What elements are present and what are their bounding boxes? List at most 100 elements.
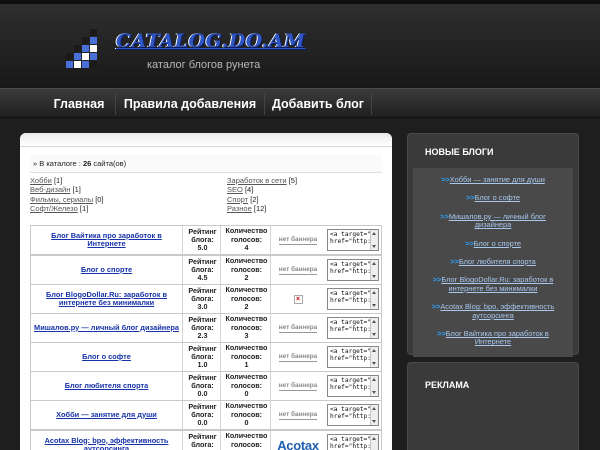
scroll-down-icon[interactable] [372,391,376,394]
scroll-down-icon[interactable] [372,420,376,423]
blog-row: Хобби — занятие для души Рейтинг блога: 0.… [30,400,382,430]
catalog-count-prefix: » В каталоге : [33,159,83,168]
rating-value: 0.0 [197,389,208,399]
scroll-down-icon[interactable] [372,362,376,365]
scroll-up-icon[interactable] [372,349,376,352]
scroll-up-icon[interactable] [372,378,376,381]
rating-value: 3.0 [197,302,208,312]
blog-banner[interactable]: нет баннера [273,231,323,249]
blog-votes: Количество голосов:0 [223,401,271,429]
textarea-scrollbar[interactable] [370,376,378,396]
blog-votes: Количество голосов:0 [223,431,271,450]
scroll-up-icon[interactable] [372,320,376,323]
logo-mosaic-square [90,45,97,52]
blog-banner[interactable]: нет баннера [273,319,323,337]
site-logo-title[interactable]: CATALOG.DO.AM [116,30,306,52]
blog-title-link[interactable]: Блог о спорте [31,256,183,284]
banner-code-textarea[interactable]: <a target="_blank" href="http://catalog. [327,434,379,450]
textarea-scrollbar[interactable] [370,405,378,425]
new-blog-link[interactable]: >>Acotax Blog: bpo, эффективность аутсор… [413,301,573,322]
category-column-left: Хобби [1] Веб-дизайн [1] Фильмы, сериалы… [30,176,200,213]
broken-image-icon[interactable]: × [293,294,303,304]
new-blog-link[interactable]: >>Блог любителя спорта [413,256,573,268]
scroll-up-icon[interactable] [372,262,376,265]
blog-banner[interactable]: × [273,290,323,308]
site-header: CATALOG.DO.AM каталог блогов рунета [0,0,600,88]
banner-code-textarea[interactable]: <a target="_blank" href="http://catalog. [327,259,379,281]
blog-banner[interactable]: нет баннера [273,261,323,279]
logo-mosaic-square [74,45,81,52]
nav-add-blog[interactable]: Добавить блог [266,89,370,119]
no-banner-label: нет баннера [278,381,318,391]
nav-divider [264,93,265,115]
banner-code-textarea[interactable]: <a target="_blank" href="http://catalog. [327,317,379,339]
category-link[interactable]: Заработок в сети [227,176,287,185]
new-blog-link[interactable]: >>Блог о софте [413,192,573,204]
category-link[interactable]: Фильмы, сериалы [30,195,93,204]
blog-title-link[interactable]: Мишалов.ру — личный блог дизайнера [31,314,183,342]
blog-title-link[interactable]: Блог любителя спорта [31,372,183,400]
banner-code-textarea[interactable]: <a target="_blank" href="http://catalog. [327,229,379,251]
scroll-down-icon[interactable] [372,275,376,278]
new-blog-link[interactable]: >>Мишалов.ру — личный блог дизайнера [413,211,573,232]
blog-title-link[interactable]: Блог Вайтика про заработок в Интернете [31,226,183,254]
no-banner-label: нет баннера [278,265,318,275]
nav-rules[interactable]: Правила добавления [117,89,263,119]
acotax-banner-logo[interactable]: Acotax [277,438,319,450]
scroll-up-icon[interactable] [372,437,376,440]
textarea-scrollbar[interactable] [370,347,378,367]
new-blog-link-text: Блог о спорте [473,238,521,248]
category-link[interactable]: Софт/Железо [30,204,78,213]
votes-value: 1 [244,360,249,370]
blog-title-link[interactable]: Блог BlogoDollar.Ru: заработок в интерне… [31,285,183,313]
new-blog-link[interactable]: >>Блог Вайтика про заработок в Интернете [413,328,573,349]
banner-code-textarea[interactable]: <a target="_blank" href="http://catalog. [327,288,379,310]
category-link[interactable]: Веб-дизайн [30,185,70,194]
nav-divider [371,93,372,115]
votes-label: Количество голосов: [225,285,268,303]
nav-home[interactable]: Главная [44,89,114,119]
blog-title-link[interactable]: Acotax Blog: bpo, эффективность аутсорси… [31,431,183,450]
blog-title-link[interactable]: Блог о софте [31,343,183,371]
textarea-scrollbar[interactable] [370,289,378,309]
scroll-down-icon[interactable] [372,333,376,336]
rating-label: Рейтинг блога: [188,226,217,244]
banner-code-textarea[interactable]: <a target="_blank" href="http://catalog. [327,375,379,397]
new-blog-link[interactable]: >>Блог BlogoDollar.Ru: заработок в интер… [413,274,573,295]
nav-divider [115,93,116,115]
category-item: Заработок в сети [5] [227,176,392,185]
textarea-scrollbar[interactable] [370,230,378,250]
scroll-down-icon[interactable] [372,245,376,248]
textarea-scrollbar[interactable] [370,318,378,338]
logo-mosaic-icon [62,29,102,69]
banner-code-textarea[interactable]: <a target="_blank" href="http://catalog. [327,346,379,368]
blog-title-link[interactable]: Хобби — занятие для души [31,401,183,429]
catalog-summary: » В каталоге : 26 сайта(ов) Хобби [1] Ве… [30,155,382,218]
banner-code-textarea[interactable]: <a target="_blank" href="http://catalog. [327,404,379,426]
category-count: [1] [79,203,89,213]
category-link[interactable]: Хобби [30,176,52,185]
blog-banner[interactable]: нет баннера [273,348,323,366]
blog-banner[interactable]: нет баннера [273,406,323,424]
new-blog-link[interactable]: >>Хобби — занятие для души [413,174,573,186]
blog-row: Блог любителя спорта Рейтинг блога: 0.0 Кол… [30,371,382,401]
new-blogs-title: НОВЫЕ БЛОГИ [425,147,494,157]
new-blogs-list: >>Хобби — занятие для души >>Блог о софте… [413,168,573,357]
scroll-down-icon[interactable] [372,304,376,307]
category-link[interactable]: SEO [227,185,243,194]
textarea-scrollbar[interactable] [370,260,378,280]
votes-value: 3 [244,331,249,341]
ads-widget: РЕКЛАМА [407,362,579,450]
blog-banner[interactable]: нет баннера [273,377,323,395]
scroll-up-icon[interactable] [372,232,376,235]
new-blog-link-text: Блог Вайтика про заработок в Интернете [445,329,549,347]
blog-banner[interactable]: Acotax [273,436,323,450]
category-link[interactable]: Спорт [227,195,248,204]
blog-rating: Рейтинг блога:0.0 [185,372,221,400]
blog-votes: Количество голосов:0 [223,372,271,400]
scroll-up-icon[interactable] [372,407,376,410]
category-link[interactable]: Разное [227,204,252,213]
scroll-up-icon[interactable] [372,291,376,294]
new-blog-link[interactable]: >>Блог о спорте [413,238,573,250]
textarea-scrollbar[interactable] [370,435,378,450]
